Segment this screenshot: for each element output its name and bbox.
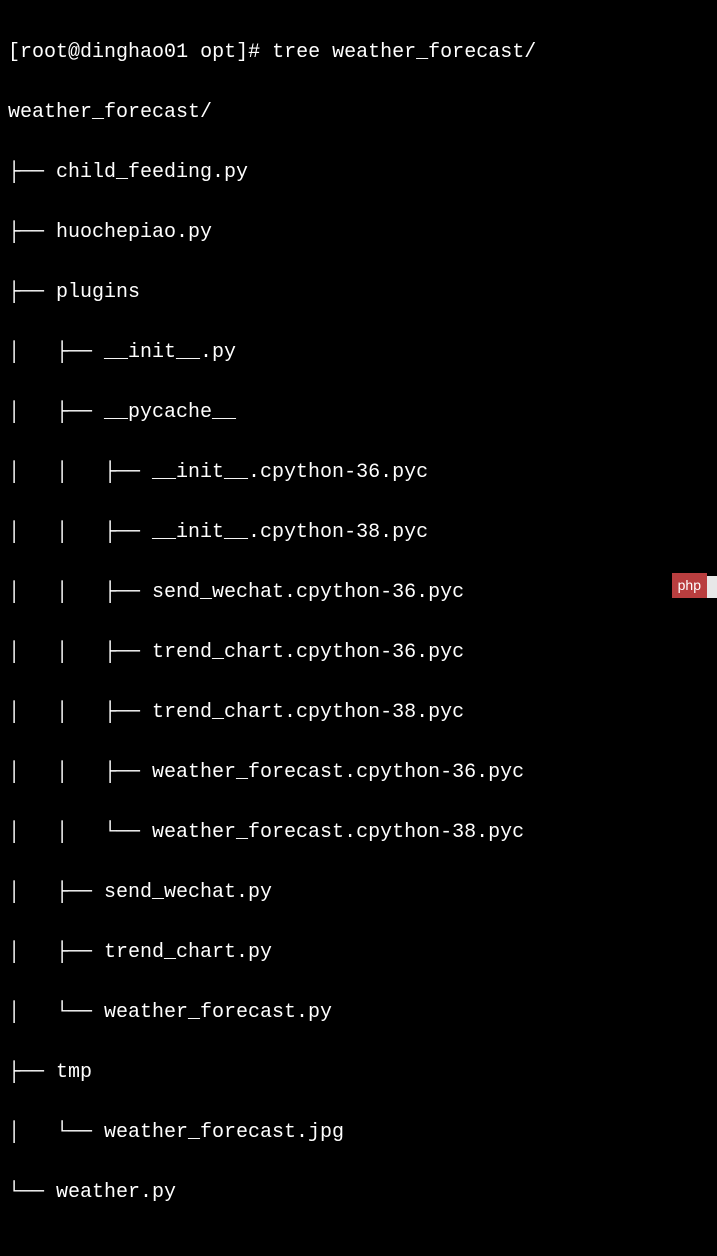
- tree-line: ├── plugins: [8, 278, 709, 308]
- tree-line: ├── child_feeding.py: [8, 158, 709, 188]
- tree-line: │ ├── send_wechat.py: [8, 878, 709, 908]
- tree-line: │ ├── __pycache__: [8, 398, 709, 428]
- command-line: [root@dinghao01 opt]# tree weather_forec…: [8, 38, 709, 68]
- tree-line: │ │ ├── weather_forecast.cpython-36.pyc: [8, 758, 709, 788]
- blank-line: [8, 1238, 709, 1256]
- tree-line: │ └── weather_forecast.jpg: [8, 1118, 709, 1148]
- prompt-user: root: [20, 41, 68, 64]
- tree-line: │ │ ├── __init__.cpython-38.pyc: [8, 518, 709, 548]
- prompt-cwd: opt: [200, 41, 236, 64]
- command-text: tree weather_forecast/: [272, 41, 536, 64]
- prompt-symbol: #: [248, 41, 260, 64]
- tree-line: ├── huochepiao.py: [8, 218, 709, 248]
- watermark-text: php: [678, 577, 701, 593]
- tree-line: └── weather.py: [8, 1178, 709, 1208]
- tree-line: │ │ └── weather_forecast.cpython-38.pyc: [8, 818, 709, 848]
- tree-line: ├── tmp: [8, 1058, 709, 1088]
- tree-line: │ └── weather_forecast.py: [8, 998, 709, 1028]
- tree-line: │ ├── trend_chart.py: [8, 938, 709, 968]
- terminal-output: [root@dinghao01 opt]# tree weather_forec…: [8, 8, 709, 1256]
- tree-line: │ │ ├── trend_chart.cpython-38.pyc: [8, 698, 709, 728]
- tree-line: │ │ ├── trend_chart.cpython-36.pyc: [8, 638, 709, 668]
- tree-line: │ │ ├── send_wechat.cpython-36.pyc: [8, 578, 709, 608]
- tree-root: weather_forecast/: [8, 98, 709, 128]
- watermark-badge: php: [672, 573, 707, 598]
- tree-line: │ ├── __init__.py: [8, 338, 709, 368]
- prompt-host: dinghao01: [80, 41, 188, 64]
- tree-line: │ │ ├── __init__.cpython-36.pyc: [8, 458, 709, 488]
